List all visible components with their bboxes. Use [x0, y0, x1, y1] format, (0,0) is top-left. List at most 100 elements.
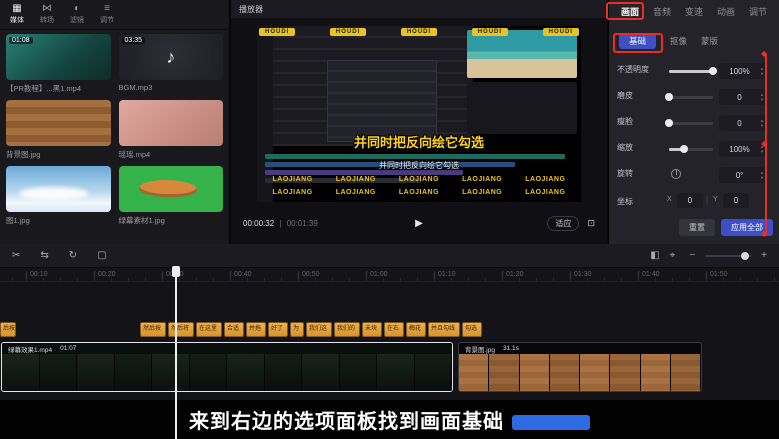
zoom-slider[interactable] — [705, 255, 751, 257]
subtab-2[interactable]: 蒙版 — [701, 35, 718, 47]
transition-icon: ⋈ — [42, 4, 52, 14]
prop-slider[interactable] — [669, 148, 713, 151]
stepper-up-icon[interactable]: ▲ — [760, 119, 764, 123]
video-clip-background[interactable]: 背景图.jpg 31.1s — [458, 342, 702, 392]
video-preview[interactable]: HOUDIHOUDIHOUDIHOUDIHOUDI 并同时把反向绘它勾选 并同时… — [257, 26, 581, 202]
zoom-controls: −+ — [689, 251, 767, 261]
reset-button[interactable]: 重置 — [679, 219, 715, 236]
fit-button[interactable]: 适应 — [547, 216, 579, 231]
media-item[interactable]: 图1.jpg — [6, 166, 111, 226]
tab-1[interactable]: 音频 — [653, 5, 671, 18]
text-clip[interactable]: 在右 — [384, 322, 404, 337]
filter-icon: ◐ — [74, 4, 80, 14]
target-icon[interactable]: ⌖ — [670, 251, 676, 261]
watermark-row-top: HOUDIHOUDIHOUDIHOUDIHOUDI — [259, 28, 579, 36]
position-label: 坐标 — [617, 196, 633, 207]
clip-duration: 31.1s — [503, 345, 519, 352]
y-value-input[interactable]: 0 — [723, 193, 749, 208]
text-clip[interactable]: 梅花 — [406, 322, 426, 337]
annotation-box-picture-tab — [606, 2, 644, 20]
toolbar-item-label: 转场 — [40, 15, 54, 25]
media-thumbnail: 01:08 — [6, 34, 111, 80]
tab-4[interactable]: 调节 — [749, 5, 767, 18]
media-item[interactable]: 01:08【PR教程】...黑1.mp4 — [6, 34, 111, 94]
ruler-label: 00:20 — [94, 271, 116, 279]
toolbar-item-label: 调节 — [100, 15, 114, 25]
stepper-down-icon[interactable]: ▼ — [760, 176, 764, 180]
text-clip[interactable]: 并拖 — [246, 322, 266, 337]
stepper-down-icon[interactable]: ▼ — [760, 150, 764, 154]
text-clip[interactable]: 未块 — [362, 322, 382, 337]
rotate-icon[interactable]: ↻ — [69, 251, 77, 261]
media-item[interactable]: 绿幕素材1.jpg — [119, 166, 224, 226]
stepper-down-icon[interactable]: ▼ — [760, 98, 764, 102]
play-button[interactable]: ▶ — [415, 218, 423, 229]
text-clip[interactable]: 我们这 — [306, 322, 332, 337]
subtitle-highlight — [512, 415, 590, 430]
houdi-watermark: HOUDI — [259, 28, 295, 36]
text-clip[interactable]: 我们的 — [334, 322, 360, 337]
prop-slider[interactable] — [669, 122, 713, 125]
text-clip[interactable]: 好了 — [268, 322, 288, 337]
slider-knob[interactable] — [665, 93, 673, 101]
slider-fill — [669, 70, 713, 73]
slider-knob[interactable] — [709, 67, 717, 75]
tab-3[interactable]: 动画 — [717, 5, 735, 18]
stepper-down-icon[interactable]: ▼ — [760, 124, 764, 128]
text-clip[interactable]: 并且勾线 — [428, 322, 460, 337]
ruler-label: 00:40 — [230, 271, 252, 279]
prop-value-input[interactable]: 0▲▼ — [719, 115, 767, 131]
text-clip[interactable]: 勾选 — [462, 322, 482, 337]
slider-knob[interactable] — [665, 119, 673, 127]
watermark-row-bottom-2: LAOJIANGLAOJIANGLAOJIANGLAOJIANGLAOJIANG — [261, 189, 577, 196]
playhead-handle[interactable] — [172, 266, 180, 277]
fullscreen-icon[interactable]: ⊡ — [587, 218, 595, 229]
zoom-out-icon[interactable]: − — [689, 251, 695, 261]
prop-slider[interactable] — [669, 96, 713, 99]
prop-value-input[interactable]: 0▲▼ — [719, 89, 767, 105]
media-item[interactable]: ♪03:35BGM.mp3 — [119, 34, 224, 94]
video-clip-green[interactable]: 绿幕效果1.mp4 01:07 — [1, 342, 453, 392]
text-clip[interactable]: 合适 — [224, 322, 244, 337]
zoom-knob[interactable] — [741, 252, 749, 260]
film-frame — [459, 354, 489, 391]
crop-icon[interactable]: ▢ — [97, 251, 106, 261]
panel-icon[interactable]: ◧ — [650, 251, 659, 261]
zoom-in-icon[interactable]: + — [761, 251, 767, 261]
tab-2[interactable]: 变速 — [685, 5, 703, 18]
text-clip[interactable]: 在这里 — [196, 322, 222, 337]
subtab-1[interactable]: 抠像 — [670, 35, 687, 47]
text-clip[interactable]: 为 — [290, 322, 304, 337]
slider-knob[interactable] — [680, 145, 688, 153]
rotate-dial[interactable] — [671, 169, 681, 179]
stepper-down-icon[interactable]: ▼ — [760, 72, 764, 76]
toolbar-item-media[interactable]: ▦媒体 — [10, 4, 24, 25]
playhead-line[interactable] — [175, 266, 177, 439]
top-toolbar: ▦媒体 ⋈转场 ◐滤镜 ≡调节 — [0, 0, 229, 30]
text-clip[interactable]: 后按 — [0, 322, 16, 337]
timeline-ruler[interactable]: 00:1000:2000:3000:4000:5001:0001:1001:20… — [0, 268, 779, 282]
x-axis-label: X — [667, 196, 672, 203]
split-icon[interactable]: ✂ — [12, 251, 20, 261]
toolbar-item-transition[interactable]: ⋈转场 — [40, 4, 54, 25]
stepper-up-icon[interactable]: ▲ — [760, 67, 764, 71]
laojiang-watermark: LAOJIANG — [336, 189, 376, 196]
toolbar-item-adjust[interactable]: ≡调节 — [100, 4, 114, 25]
mirror-icon[interactable]: ⇆ — [40, 251, 48, 261]
film-frame — [190, 354, 228, 391]
prop-value-input[interactable]: 100%▲▼ — [719, 141, 767, 157]
prop-slider[interactable] — [669, 70, 713, 73]
x-value-input[interactable]: 0 — [677, 193, 703, 208]
decor-editor-popup — [327, 60, 437, 142]
text-clip[interactable]: 然后将 — [168, 322, 194, 337]
prop-row: 磨皮0▲▼ — [609, 84, 779, 110]
prop-value-input[interactable]: 0°▲▼ — [719, 167, 767, 183]
stepper-up-icon[interactable]: ▲ — [760, 93, 764, 97]
stepper-up-icon[interactable]: ▲ — [760, 171, 764, 175]
media-item[interactable]: 背景图.jpg — [6, 100, 111, 160]
text-clip[interactable]: 然后按 — [140, 322, 166, 337]
duration-badge: 01:08 — [9, 37, 33, 44]
prop-value-input[interactable]: 100%▲▼ — [719, 63, 767, 79]
toolbar-item-filter[interactable]: ◐滤镜 — [70, 4, 84, 25]
media-item[interactable]: 瑶瑶.mp4 — [119, 100, 224, 160]
